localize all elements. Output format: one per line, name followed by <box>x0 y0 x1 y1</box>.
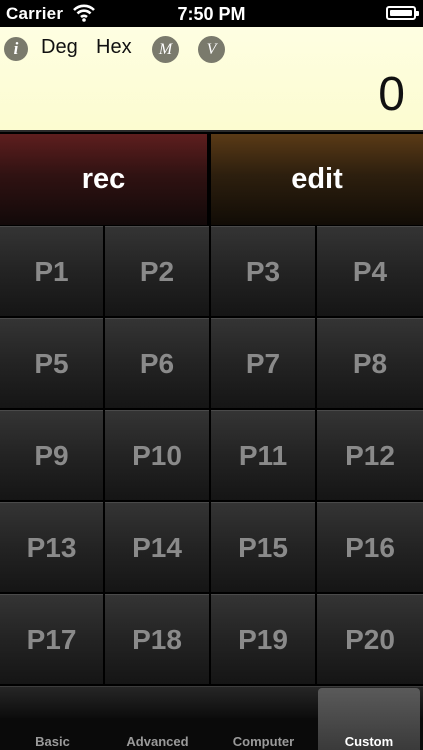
program-actions: rec edit <box>0 134 423 225</box>
program-key-p17[interactable]: P17 <box>0 594 103 684</box>
program-key-p16[interactable]: P16 <box>317 502 423 592</box>
program-key-p8[interactable]: P8 <box>317 318 423 408</box>
angle-mode-toggle[interactable]: Deg <box>41 36 78 59</box>
program-key-p11[interactable]: P11 <box>211 410 315 500</box>
tab-computer[interactable]: Computer <box>211 718 316 750</box>
tab-advanced[interactable]: Advanced <box>105 718 210 750</box>
program-key-p15[interactable]: P15 <box>211 502 315 592</box>
tab-bar: Basic Advanced Computer Custom <box>0 688 423 750</box>
program-key-p7[interactable]: P7 <box>211 318 315 408</box>
program-key-p14[interactable]: P14 <box>105 502 209 592</box>
program-key-p5[interactable]: P5 <box>0 318 103 408</box>
program-key-p1[interactable]: P1 <box>0 226 103 316</box>
display-value: 0 <box>378 68 405 121</box>
tab-basic[interactable]: Basic <box>0 718 105 750</box>
program-key-p6[interactable]: P6 <box>105 318 209 408</box>
program-key-p3[interactable]: P3 <box>211 226 315 316</box>
program-key-p18[interactable]: P18 <box>105 594 209 684</box>
program-key-p10[interactable]: P10 <box>105 410 209 500</box>
program-key-p20[interactable]: P20 <box>317 594 423 684</box>
program-key-p2[interactable]: P2 <box>105 226 209 316</box>
program-key-p12[interactable]: P12 <box>317 410 423 500</box>
program-key-p19[interactable]: P19 <box>211 594 315 684</box>
program-key-p4[interactable]: P4 <box>317 226 423 316</box>
program-key-p9[interactable]: P9 <box>0 410 103 500</box>
status-bar: Carrier 7:50 PM <box>0 0 423 27</box>
battery-icon <box>386 6 419 20</box>
calculator-display: i Deg Hex M V 0 <box>0 27 423 132</box>
program-key-p13[interactable]: P13 <box>0 502 103 592</box>
program-key-grid: P1 P2 P3 P4 P5 P6 P7 P8 P9 P10 P11 P12 P13 P14 P15 P16 P… <box>0 226 423 684</box>
tab-custom[interactable]: Custom <box>318 688 420 750</box>
variable-icon[interactable]: V <box>198 36 225 63</box>
clock: 7:50 PM <box>177 4 246 24</box>
edit-button[interactable]: edit <box>211 134 423 225</box>
base-mode-toggle[interactable]: Hex <box>96 36 132 59</box>
rec-button[interactable]: rec <box>0 134 208 225</box>
memory-icon[interactable]: M <box>152 36 179 63</box>
info-icon[interactable]: i <box>4 37 28 61</box>
